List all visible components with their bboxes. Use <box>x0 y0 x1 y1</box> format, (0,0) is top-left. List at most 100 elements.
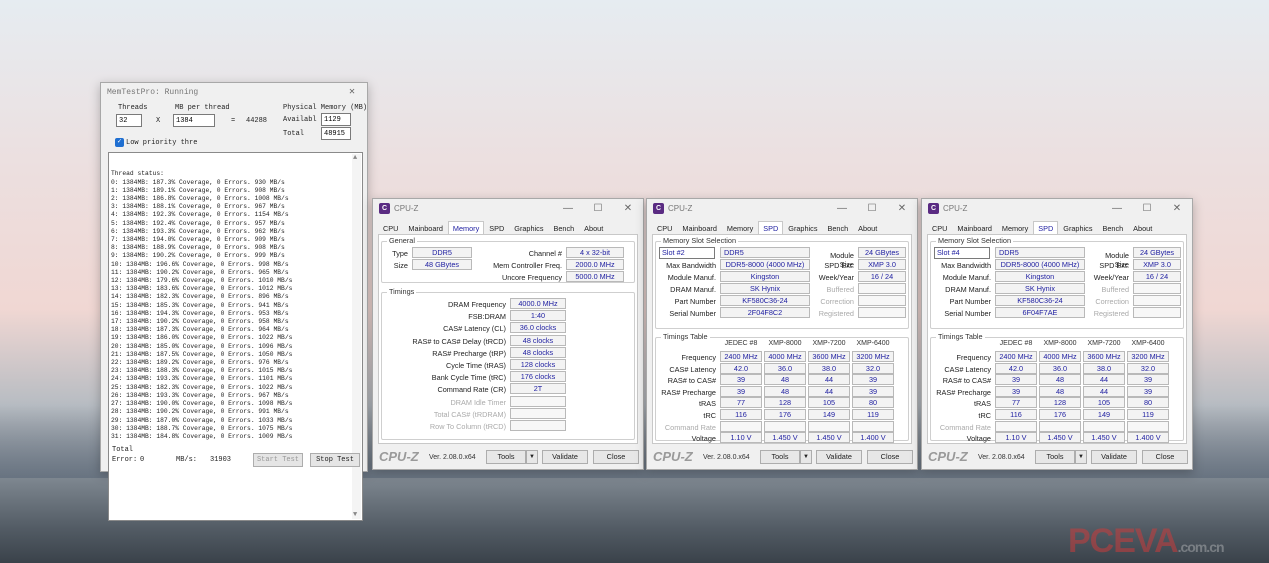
tab-bench[interactable]: Bench <box>822 221 853 235</box>
slot-select[interactable]: Slot #2 <box>659 247 715 259</box>
tab-mainboard[interactable]: Mainboard <box>677 221 721 235</box>
tab-graphics[interactable]: Graphics <box>1058 221 1097 235</box>
timing-cell: 176 <box>764 409 806 420</box>
close-icon[interactable]: ✕ <box>1162 203 1192 214</box>
minimize-icon[interactable]: — <box>553 203 583 214</box>
timing-value <box>510 407 566 419</box>
tools-dropdown-icon[interactable]: ▼ <box>526 450 538 464</box>
size-value: 48 GBytes <box>412 259 472 270</box>
timing-cell: 116 <box>720 409 762 420</box>
mem-controller-freq-value: 2000.0 MHz <box>566 259 624 270</box>
close-button[interactable]: Close <box>1142 450 1188 464</box>
scroll-down-icon[interactable]: ▼ <box>353 511 357 519</box>
spd-panel: Memory Slot Selection Slot #2 DDR5 Module S… <box>652 234 912 444</box>
timing-cell: 44 <box>1083 374 1125 386</box>
cpuz-titlebar[interactable]: C CPU-Z — ☐ ✕ <box>922 199 1192 217</box>
registered-value <box>858 307 906 318</box>
timing-cell: 1.450 V <box>764 432 806 444</box>
maximize-icon[interactable]: ☐ <box>857 203 887 214</box>
timing-value: 176 clocks <box>510 371 566 383</box>
column-header: XMP-8000 <box>1043 340 1077 347</box>
tab-cpu[interactable]: CPU <box>378 221 403 235</box>
tab-bench[interactable]: Bench <box>1097 221 1128 235</box>
maximize-icon[interactable]: ☐ <box>583 203 613 214</box>
total-label: Total <box>283 130 305 138</box>
tab-spd[interactable]: SPD <box>484 221 509 235</box>
timing-cell: 38.0 <box>1083 362 1125 374</box>
log-line: 10: 1384MB: 196.6% Coverage, 0 Errors. 9… <box>111 260 289 268</box>
timing-label: RAS# Precharge (tRP) <box>432 348 506 358</box>
column-header: XMP-8000 <box>768 340 802 347</box>
minimize-icon[interactable]: — <box>1102 203 1132 214</box>
close-button[interactable]: Close <box>593 450 639 464</box>
timing-cell: 3200 MHz <box>852 351 894 362</box>
stop-test-button[interactable]: Stop Test <box>310 453 360 467</box>
cpuz-titlebar[interactable]: C CPU-Z — ☐ ✕ <box>373 199 643 217</box>
minimize-icon[interactable]: — <box>827 203 857 214</box>
tools-button[interactable]: Tools <box>760 450 800 464</box>
validate-button[interactable]: Validate <box>1091 450 1137 464</box>
cpuz-footer: CPU-Z Ver. 2.08.0.x64 Tools ▼ Validate Close <box>373 445 643 469</box>
log-line: 4: 1384MB: 192.3% Coverage, 0 Errors. 11… <box>111 211 289 219</box>
tab-about[interactable]: About <box>1128 221 1157 235</box>
timing-row-label: CAS# Latency <box>944 364 991 374</box>
tools-button[interactable]: Tools <box>486 450 526 464</box>
dram-manuf-value: SK Hynix <box>995 283 1085 294</box>
threads-input[interactable] <box>116 114 142 127</box>
timing-cell: 116 <box>995 409 1037 420</box>
correction-value <box>1133 295 1181 306</box>
tab-memory[interactable]: Memory <box>997 221 1033 235</box>
tab-graphics[interactable]: Graphics <box>783 221 822 235</box>
tab-mainboard[interactable]: Mainboard <box>952 221 996 235</box>
validate-button[interactable]: Validate <box>542 450 588 464</box>
cpuz-spd-window-2: C CPU-Z — ☐ ✕ CPU Mainboard Memory SPD Graphics Be… <box>921 198 1193 470</box>
timing-cell <box>995 420 1037 432</box>
close-icon[interactable]: ✕ <box>613 203 643 214</box>
tab-about[interactable]: About <box>853 221 882 235</box>
tab-cpu[interactable]: CPU <box>652 221 677 235</box>
tab-graphics[interactable]: Graphics <box>509 221 548 235</box>
log-line: 28: 1384MB: 190.2% Coverage, 0 Errors. 9… <box>111 408 289 416</box>
tab-spd[interactable]: SPD <box>758 221 784 235</box>
dram-manuf-label: DRAM Manuf. <box>945 285 991 294</box>
close-icon[interactable]: ✕ <box>887 203 917 214</box>
tools-dropdown-icon[interactable]: ▼ <box>1075 450 1087 464</box>
close-icon[interactable]: ✕ <box>337 86 367 98</box>
tab-about[interactable]: About <box>579 221 608 235</box>
close-button[interactable]: Close <box>867 450 913 464</box>
log-line: 14: 1384MB: 182.3% Coverage, 0 Errors. 8… <box>111 293 289 301</box>
memory-type-value: DDR5 <box>995 247 1085 258</box>
timing-cell: 2400 MHz <box>720 351 762 362</box>
cpuz-titlebar[interactable]: C CPU-Z — ☐ ✕ <box>647 199 917 217</box>
scroll-up-icon[interactable]: ▲ <box>353 154 357 162</box>
dram-manuf-label: DRAM Manuf. <box>670 285 716 294</box>
tab-bench[interactable]: Bench <box>548 221 579 235</box>
tab-cpu[interactable]: CPU <box>927 221 952 235</box>
slot-select[interactable]: Slot #4 <box>934 247 990 259</box>
low-priority-checkbox[interactable]: ✓ <box>115 138 124 147</box>
window-title: CPU-Z <box>394 203 419 213</box>
type-value: DDR5 <box>412 247 472 258</box>
start-test-button[interactable]: Start Test <box>253 453 303 467</box>
cpuz-footer: CPU-Z Ver. 2.08.0.x64 Tools ▼ Validate Close <box>922 445 1192 469</box>
validate-button[interactable]: Validate <box>816 450 862 464</box>
timing-cell: 48 <box>1039 385 1081 397</box>
maximize-icon[interactable]: ☐ <box>1132 203 1162 214</box>
cpuz-logo: CPU-Z <box>653 449 693 464</box>
mem-controller-freq-label: Mem Controller Freq. <box>493 261 562 270</box>
week-value: 16 / 24 <box>858 271 906 282</box>
memtest-titlebar[interactable]: MemTestPro: Running ✕ <box>101 83 367 101</box>
mb-per-thread-input[interactable] <box>173 114 215 127</box>
tab-memory[interactable]: Memory <box>447 221 485 235</box>
part-label: Part Number <box>949 297 991 306</box>
tools-button[interactable]: Tools <box>1035 450 1075 464</box>
tab-mainboard[interactable]: Mainboard <box>403 221 447 235</box>
timing-cell: 48 <box>1039 374 1081 386</box>
timing-cell: 119 <box>1127 409 1169 420</box>
group-title: Timings Table <box>661 332 710 341</box>
tab-spd[interactable]: SPD <box>1033 221 1059 235</box>
tab-memory[interactable]: Memory <box>722 221 758 235</box>
module-size-value: 24 GBytes <box>858 247 906 258</box>
timing-cell: 3200 MHz <box>1127 351 1169 362</box>
tools-dropdown-icon[interactable]: ▼ <box>800 450 812 464</box>
